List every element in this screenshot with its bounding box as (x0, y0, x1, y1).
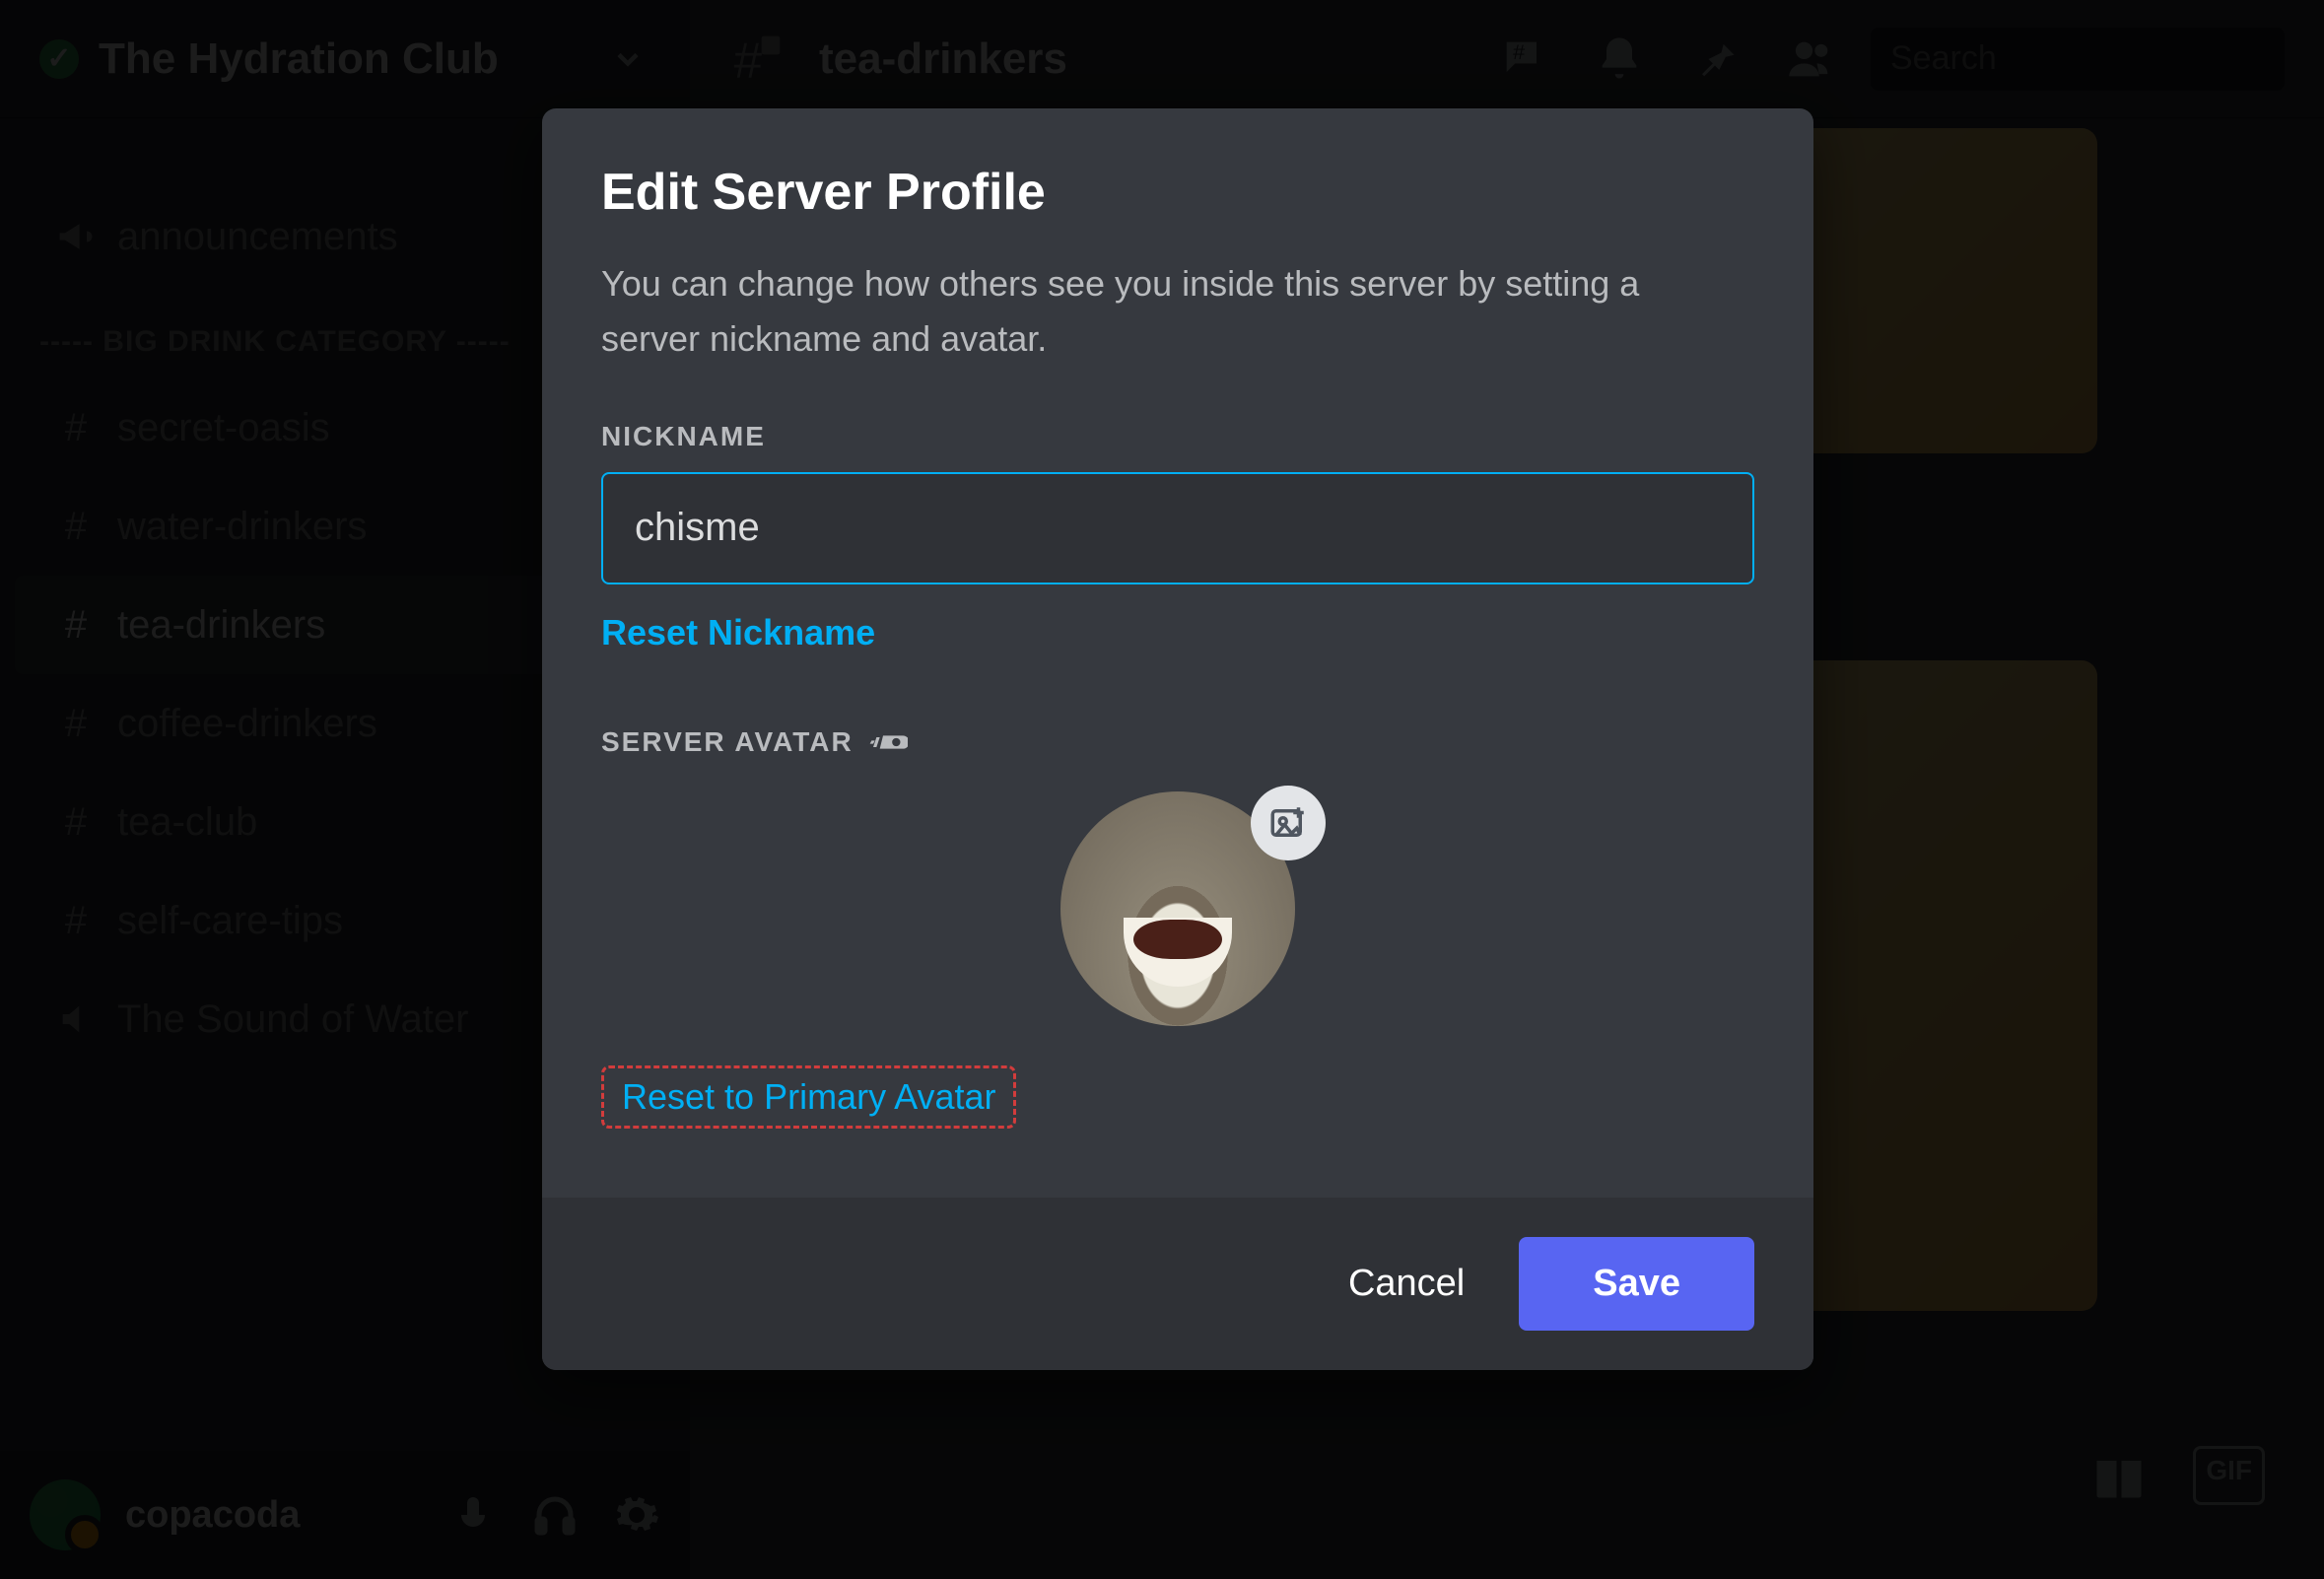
save-button[interactable]: Save (1519, 1237, 1754, 1331)
modal-footer: Cancel Save (542, 1198, 1813, 1370)
nitro-icon (868, 722, 908, 762)
nickname-input[interactable] (601, 472, 1754, 584)
server-avatar-label: SERVER AVATAR (601, 722, 1754, 762)
reset-avatar-button[interactable]: Reset to Primary Avatar (622, 1076, 995, 1118)
avatar-preview-wrap (601, 791, 1754, 1026)
reset-nickname-button[interactable]: Reset Nickname (601, 612, 875, 653)
modal-description: You can change how others see you inside… (601, 256, 1744, 367)
edit-server-profile-modal: Edit Server Profile You can change how o… (542, 108, 1813, 1370)
cancel-button[interactable]: Cancel (1348, 1263, 1465, 1305)
reset-avatar-highlight: Reset to Primary Avatar (601, 1065, 1016, 1129)
nickname-label: NICKNAME (601, 421, 1754, 452)
upload-image-icon[interactable] (1251, 786, 1326, 860)
modal-title: Edit Server Profile (601, 163, 1754, 222)
